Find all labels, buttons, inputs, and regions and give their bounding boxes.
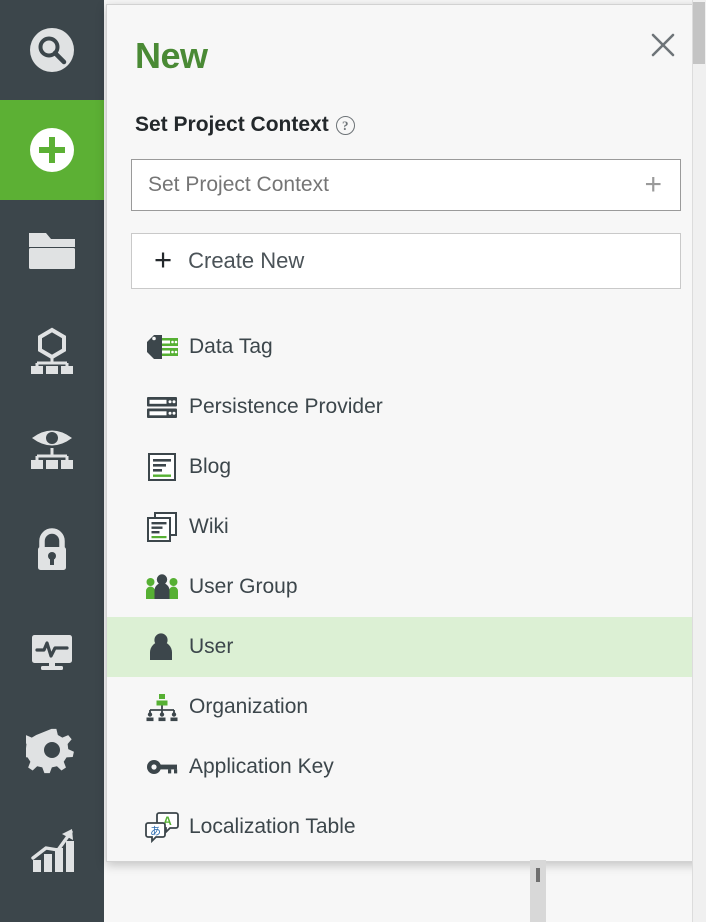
chart-up-icon — [26, 824, 78, 876]
list-item-user[interactable]: User — [107, 617, 703, 677]
list-item-label: User — [189, 635, 233, 659]
sidebar-item-new[interactable] — [0, 100, 104, 200]
svg-text:あ: あ — [150, 825, 161, 838]
plus-icon: + — [154, 244, 172, 275]
list-item-label: Application Key — [189, 755, 334, 779]
wiki-icon — [145, 510, 179, 544]
dialog-title: New — [135, 35, 208, 77]
folder-icon — [26, 227, 78, 273]
search-icon — [26, 24, 78, 76]
list-item-user-group[interactable]: User Group — [107, 557, 703, 617]
list-item-organization[interactable]: Organization — [107, 677, 703, 737]
sidebar-item-analytics[interactable] — [0, 800, 104, 900]
blog-icon — [145, 450, 179, 484]
plus-circle-icon — [26, 124, 78, 176]
sidebar-item-security[interactable] — [0, 500, 104, 600]
sidebar-item-projects[interactable] — [0, 200, 104, 300]
list-item-blog[interactable]: Blog — [107, 437, 703, 497]
screen: Integration Connectors — [0, 0, 706, 922]
background-list-scrollbar-grip[interactable] — [536, 868, 540, 882]
create-new-label: Create New — [188, 248, 304, 274]
user-icon — [145, 630, 179, 664]
close-icon — [648, 30, 678, 60]
sidebar — [0, 0, 104, 922]
data-tag-icon — [145, 330, 179, 364]
list-item-label: User Group — [189, 575, 298, 599]
list-item-label: Data Tag — [189, 335, 273, 359]
list-item-label: Blog — [189, 455, 231, 479]
gear-icon — [26, 724, 78, 776]
list-item-persistence-provider[interactable]: Persistence Provider — [107, 377, 703, 437]
add-context-icon[interactable]: + — [644, 170, 664, 200]
monitoring-icon — [26, 424, 78, 476]
dialog-top-strip — [107, 4, 637, 5]
list-item-wiki[interactable]: Wiki — [107, 497, 703, 557]
page-scrollbar-track[interactable] — [692, 0, 706, 922]
list-item-data-tag[interactable]: Data Tag — [107, 317, 703, 377]
topology-icon — [26, 324, 78, 376]
localization-table-icon: A あ — [145, 810, 179, 844]
lock-icon — [26, 524, 78, 576]
close-button[interactable] — [643, 25, 683, 65]
create-new-button[interactable]: + Create New — [131, 233, 681, 289]
list-item-label: Localization Table — [189, 815, 356, 839]
organization-icon — [145, 690, 179, 724]
sidebar-item-search[interactable] — [0, 0, 104, 100]
list-item-localization-table[interactable]: A あ Localization Table — [107, 797, 703, 857]
heartbeat-icon — [26, 624, 78, 676]
list-item-label: Persistence Provider — [189, 395, 383, 419]
user-group-icon — [145, 570, 179, 604]
help-icon[interactable]: ? — [336, 116, 355, 135]
background-option-list: Integration Connectors — [104, 856, 706, 922]
list-item-application-key[interactable]: Application Key — [107, 737, 703, 797]
sidebar-item-settings[interactable] — [0, 700, 104, 800]
sidebar-item-health[interactable] — [0, 600, 104, 700]
project-context-input[interactable] — [148, 173, 644, 197]
create-options-list: Data Tag Persistence Provider — [107, 317, 703, 857]
page-scrollbar-thumb[interactable] — [693, 2, 705, 64]
persistence-provider-icon — [145, 390, 179, 424]
list-item-label: Organization — [189, 695, 308, 719]
sidebar-item-monitoring[interactable] — [0, 400, 104, 500]
new-dialog: New Set Project Context ? + + Create New — [106, 4, 704, 862]
section-label-text: Set Project Context — [135, 113, 329, 137]
sidebar-item-topology[interactable] — [0, 300, 104, 400]
application-key-icon — [145, 750, 179, 784]
project-context-field[interactable]: + — [131, 159, 681, 211]
list-item-label: Wiki — [189, 515, 229, 539]
set-project-context-label: Set Project Context ? — [135, 113, 355, 137]
